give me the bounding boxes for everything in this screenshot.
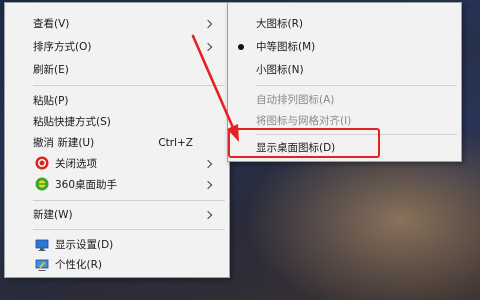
annotation-arrow: [191, 34, 239, 142]
